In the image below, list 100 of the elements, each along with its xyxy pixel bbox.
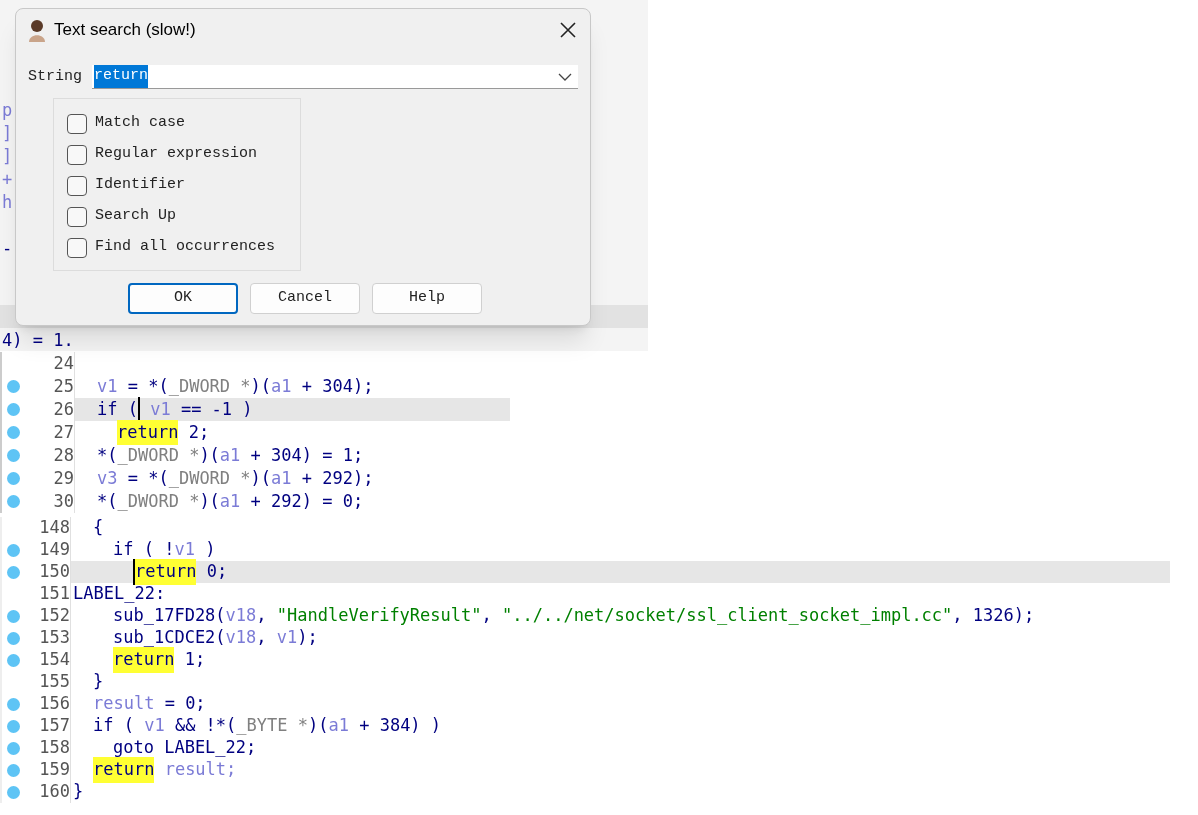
code-token: ,	[256, 626, 268, 650]
line-number: 157	[38, 714, 70, 738]
code-token: 0;	[205, 560, 228, 584]
code-token: , 1326);	[952, 604, 1035, 628]
code-token: 1;	[183, 648, 206, 672]
string-combo-box[interactable]: return	[92, 65, 578, 89]
string-label: String	[28, 66, 83, 87]
line-number: 28	[52, 443, 74, 467]
line-number: 152	[38, 604, 70, 628]
code-token: v1	[97, 374, 118, 398]
checkbox[interactable]	[67, 237, 87, 258]
line-number: 150	[38, 560, 70, 584]
checkbox[interactable]	[67, 144, 87, 165]
line-number: 25	[52, 374, 74, 398]
code-fragment: -	[2, 238, 13, 258]
dialog-title: Text search (slow!)	[54, 19, 196, 42]
code-fragment: +	[2, 169, 13, 189]
code-token: + 384) )	[358, 714, 442, 738]
close-icon	[559, 21, 577, 39]
code-fragment: 4) = 1.	[2, 330, 74, 350]
search-match: return	[93, 757, 155, 783]
code-token: if ( !	[113, 538, 175, 562]
code-token: "HandleVerifyResult"	[276, 604, 482, 628]
code-token: _DWORD *	[117, 443, 200, 467]
code-token: = 0;	[163, 692, 206, 716]
code-token: )(	[250, 374, 272, 398]
line-number: 29	[52, 466, 74, 490]
line-number: 154	[38, 648, 70, 672]
code-token: }	[73, 780, 84, 804]
selected-text: return	[94, 65, 148, 88]
code-fragment: ]	[2, 123, 13, 143]
line-number: 153	[38, 626, 70, 650]
code-token: "../../net/socket/ssl_client_socket_impl.cc"	[502, 604, 953, 628]
line-number: 155	[38, 670, 70, 694]
search-match: return	[113, 647, 175, 673]
dialog-button[interactable]: Help	[372, 283, 482, 314]
code-token: == -1 )	[179, 397, 253, 421]
code-token: = *(	[126, 374, 169, 398]
code-token: ,	[481, 604, 493, 628]
code-token: && !*(	[173, 714, 237, 738]
code-token: *(	[97, 443, 118, 467]
checkbox[interactable]	[67, 206, 87, 227]
code-token: a1	[271, 466, 292, 490]
code-token: goto LABEL_22;	[113, 736, 257, 760]
code-token: v1	[174, 538, 195, 562]
checkbox-label: Regular expression	[95, 144, 258, 165]
code-token: _DWORD *	[168, 466, 251, 490]
line-number: 156	[38, 692, 70, 716]
line-number: 158	[38, 736, 70, 760]
code-token: )(	[250, 466, 272, 490]
code-token: if (	[93, 714, 135, 738]
code-token: )	[204, 538, 216, 562]
code-token: )(	[199, 489, 220, 513]
code-token: _DWORD *	[168, 374, 251, 398]
code-token: *(	[97, 489, 118, 513]
code-token: a1	[271, 374, 292, 398]
line-number: 151	[38, 582, 70, 606]
checkbox-label: Find all occurrences	[95, 237, 276, 258]
code-token: v18	[225, 604, 257, 628]
code-fragment: ]	[2, 146, 13, 166]
checkbox-label: Identifier	[95, 175, 185, 196]
code-token: LABEL_22:	[73, 582, 166, 606]
code-token: result;	[163, 758, 237, 782]
code-fragment: p	[2, 100, 13, 120]
code-token: )(	[199, 443, 220, 467]
code-token: a1	[219, 443, 241, 467]
line-number: 30	[52, 489, 74, 513]
code-token: a1	[219, 489, 241, 513]
line-number: 149	[38, 538, 70, 562]
checkbox-label: Search Up	[95, 206, 176, 227]
line-number: 159	[38, 758, 70, 782]
code-token: ,	[256, 604, 268, 628]
line-number: 24	[52, 351, 74, 375]
code-token: v1	[144, 714, 165, 738]
checkbox[interactable]	[67, 175, 87, 196]
code-token: v18	[225, 626, 257, 650]
code-token: a1	[328, 714, 349, 738]
code-token: = *(	[126, 466, 169, 490]
code-token: + 304) = 1;	[249, 443, 364, 467]
code-token: result	[93, 692, 155, 716]
code-token: sub_17FD28(	[113, 604, 226, 628]
line-number: 27	[52, 420, 74, 444]
search-match: return	[133, 559, 197, 585]
code-token: sub_1CDCE2(	[113, 626, 226, 650]
checkbox[interactable]	[67, 113, 87, 134]
code-token: v1	[276, 626, 298, 650]
code-token: + 292) = 0;	[249, 489, 364, 513]
dialog-button[interactable]: OK	[128, 283, 238, 314]
code-token: _BYTE *	[236, 714, 308, 738]
code-token: 2;	[187, 420, 210, 444]
code-fragment: h	[2, 192, 13, 212]
code-token: }	[93, 670, 104, 694]
code-token: + 304);	[300, 374, 374, 398]
code-token: if (	[97, 397, 138, 421]
line-number: 26	[52, 397, 74, 421]
chevron-down-icon	[558, 72, 572, 81]
code-token: v3	[97, 466, 118, 490]
dialog-button[interactable]: Cancel	[250, 283, 360, 314]
code-token: )(	[308, 714, 329, 738]
search-match: return	[117, 419, 179, 446]
